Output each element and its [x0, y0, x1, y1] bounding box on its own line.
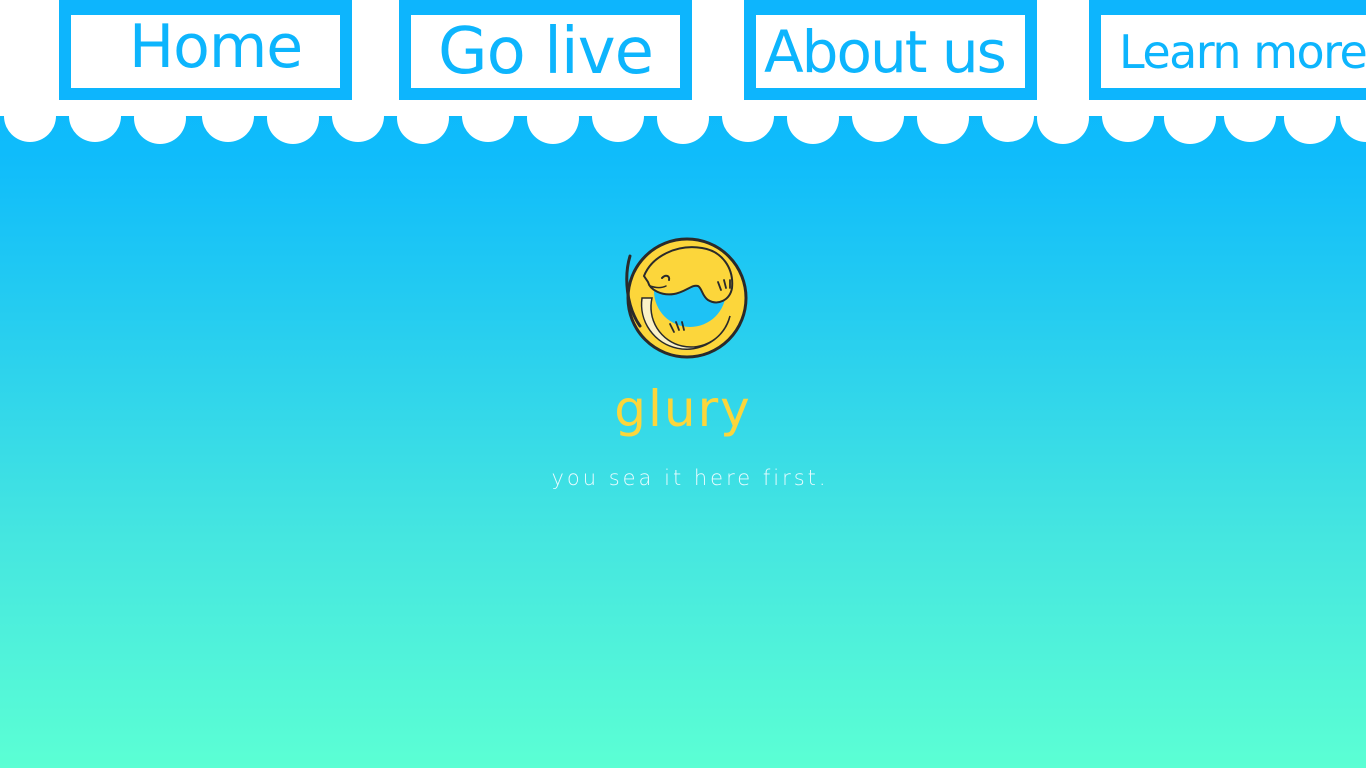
nav-home-label: Home — [71, 15, 340, 88]
brand-name: glury — [614, 380, 752, 438]
nav-home-button[interactable]: Home — [59, 0, 352, 100]
nav-go-live-label: Go live — [411, 15, 680, 88]
nav-learn-more-button[interactable]: Learn more — [1089, 0, 1366, 100]
nav-go-live-button[interactable]: Go live — [399, 0, 692, 100]
cloud-scallop-border — [4, 90, 1366, 144]
nav-learn-more-label: Learn more — [1101, 15, 1366, 88]
coiled-lizard-icon — [625, 237, 748, 359]
nav-about-us-label: About us — [756, 15, 1025, 88]
brand-tagline: you sea it here first. — [551, 466, 829, 490]
nav-about-us-button[interactable]: About us — [744, 0, 1037, 100]
